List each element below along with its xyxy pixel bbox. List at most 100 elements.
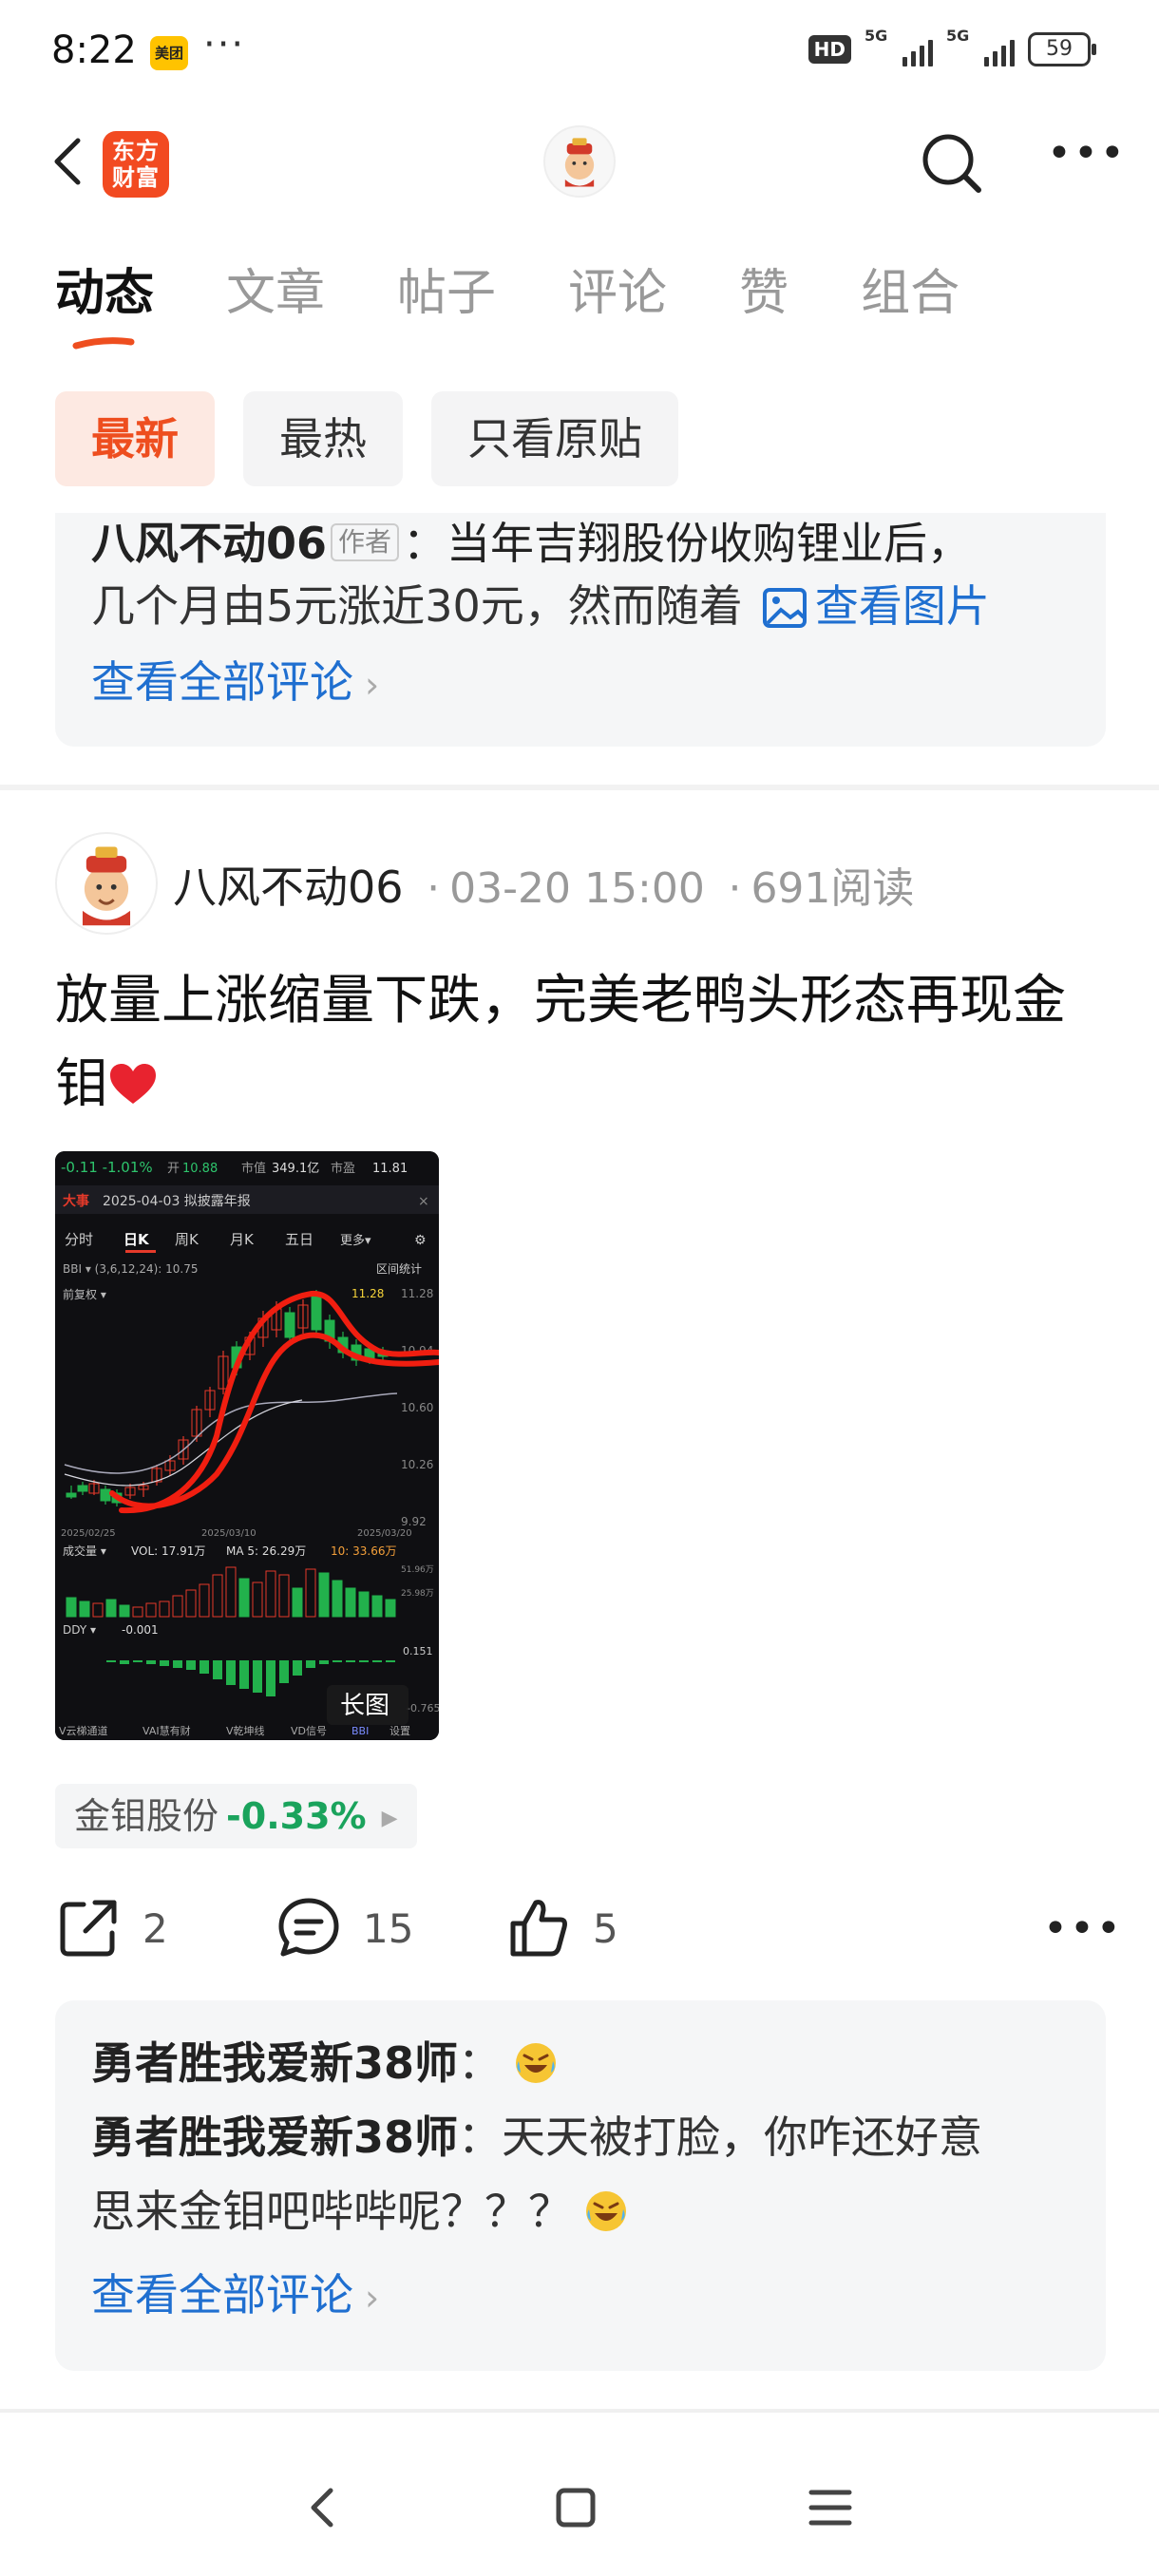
hd-icon: HD: [808, 35, 851, 64]
comment-line: 思来金钼吧哔哔呢？？？: [91, 2177, 629, 2240]
tab-posts[interactable]: 帖子: [397, 262, 496, 338]
post-meta: 八风不动06 · 03-20 15:00 · 691阅读: [173, 853, 914, 916]
chart-mcap-value: 349.1亿: [272, 1162, 319, 1176]
nav-menu-icon[interactable]: [802, 2479, 859, 2536]
ddy-bar: [200, 1660, 209, 1674]
comment-preview-card-2[interactable]: 勇者胜我爱新38师： 勇者胜我爱新38师：天天被打脸，你咋还好意 思来金钼吧哔哔…: [55, 2000, 1106, 2371]
ddy-bar: [346, 1660, 355, 1662]
chart-high-label: 11.28: [352, 1287, 384, 1300]
chart-vol-label: 成交量 ▾: [63, 1544, 106, 1558]
post-title[interactable]: 放量上涨缩量下跌，完美老鸭头形态再现金钼: [55, 959, 1110, 1127]
like-button[interactable]: 5: [505, 1890, 618, 1966]
comment-count: 15: [363, 1904, 414, 1952]
ddy-bar: [386, 1660, 395, 1662]
chart-period-tab: 五日: [285, 1231, 314, 1248]
search-icon[interactable]: [918, 129, 986, 198]
tab-articles[interactable]: 文章: [226, 262, 325, 338]
chart-range-stats: 区间统计: [376, 1262, 422, 1276]
view-all-comments-link[interactable]: 查看全部评论 ›: [91, 648, 379, 710]
candle-body: [77, 1485, 88, 1492]
comment-preview-card[interactable]: 八风不动06 作者 ：当年吉翔股份收购锂业后， 几个月由5元涨近30元，然而随着 查看…: [55, 513, 1106, 747]
nav-home-icon[interactable]: [547, 2479, 604, 2536]
ddy-bar: [319, 1660, 329, 1664]
comment-author[interactable]: 八风不动06: [91, 518, 327, 569]
app-logo[interactable]: 东方财富: [103, 131, 169, 198]
ddy-bar: [279, 1660, 289, 1683]
avatar[interactable]: [543, 125, 616, 198]
volume-bar: [119, 1604, 130, 1618]
tab-likes[interactable]: 赞: [739, 262, 788, 338]
tab-comments[interactable]: 评论: [568, 262, 667, 338]
post-chart-image[interactable]: -0.11 -1.01% 开 10.88 市值 349.1亿 市盈 11.81 …: [55, 1151, 439, 1740]
meituan-notification-icon: 美团: [150, 36, 188, 70]
chart-ddy-tick: -0.765: [407, 1702, 439, 1714]
comment-author[interactable]: 勇者胜我爱新38师: [91, 2037, 458, 2089]
chart-price-tick: 9.92: [401, 1515, 427, 1528]
filter-hottest[interactable]: 最热: [243, 391, 403, 486]
chart-period-tab: 月K: [230, 1231, 255, 1248]
volume-bar: [358, 1591, 370, 1618]
chart-bottom-tab: VAI慧有财: [142, 1724, 191, 1737]
chart-vol-tick: 51.96万: [401, 1565, 434, 1575]
related-stock-chip[interactable]: 金钼股份 -0.33% ▶: [55, 1784, 417, 1848]
ddy-bar: [266, 1660, 276, 1696]
ddy-bar: [306, 1660, 315, 1668]
filter-chips: 最新 最热 只看原贴: [55, 391, 678, 486]
top-nav: 东方财富 •••: [0, 114, 1159, 209]
chart-vol-value: VOL: 17.91万: [131, 1544, 205, 1558]
chart-vol-tick: 25.98万: [401, 1589, 434, 1599]
chart-bottom-tab: 设置: [390, 1725, 410, 1737]
status-time: 8:22: [51, 28, 137, 72]
comment-line: 勇者胜我爱新38师：天天被打脸，你咋还好意: [91, 2103, 982, 2166]
volume-bar: [371, 1595, 383, 1618]
chart-open-value: 10.88: [182, 1162, 218, 1176]
post-actions: 2 15 5 •••: [55, 1890, 1121, 1966]
ddy-bar: [226, 1660, 236, 1685]
share-button[interactable]: 2: [55, 1890, 168, 1966]
tab-portfolio[interactable]: 组合: [861, 262, 960, 338]
chart-date-end: 2025/03/20: [357, 1528, 412, 1539]
comment-icon: [278, 1898, 339, 1957]
chart-price-tick: 10.60: [401, 1401, 433, 1414]
ddy-bar: [293, 1660, 302, 1676]
chart-date-mid: 2025/03/10: [201, 1528, 256, 1539]
comment-author[interactable]: 勇者胜我爱新38师: [91, 2112, 458, 2163]
candle-body: [100, 1488, 111, 1502]
post-more-icon[interactable]: •••: [1043, 1890, 1123, 1966]
post-author-name[interactable]: 八风不动06: [173, 862, 404, 913]
volume-bar: [79, 1601, 90, 1618]
view-all-label: 查看全部评论: [91, 2269, 353, 2320]
long-image-badge: 长图: [340, 1692, 390, 1720]
chart-price-tick: 11.28: [401, 1287, 433, 1300]
stock-name: 金钼股份: [74, 1795, 219, 1837]
nav-back-icon[interactable]: [294, 2479, 352, 2536]
comment-line-2: 几个月由5元涨近30元，然而随着 查看图片: [91, 572, 990, 635]
more-icon[interactable]: •••: [1047, 133, 1125, 188]
ddy-bar: [239, 1660, 249, 1689]
post-author-avatar[interactable]: [55, 832, 158, 935]
comment-line-1: 八风不动06 作者 ：当年吉翔股份收购锂业后，: [91, 513, 971, 572]
svg-text:×: ×: [418, 1194, 429, 1209]
view-image-link[interactable]: 查看图片: [815, 580, 990, 632]
filter-latest[interactable]: 最新: [55, 391, 215, 486]
back-icon[interactable]: [46, 135, 93, 188]
volume-bar: [292, 1587, 303, 1618]
tab-dynamic[interactable]: 动态: [55, 262, 154, 338]
ddy-bar: [186, 1660, 196, 1670]
filter-original-only[interactable]: 只看原贴: [431, 391, 678, 486]
meta-dot: ·: [728, 864, 742, 913]
play-triangle-icon: ▶: [381, 1807, 398, 1830]
chart-pe-value: 11.81: [372, 1162, 408, 1176]
ddy-bar: [120, 1660, 129, 1664]
network-label: 5G: [864, 27, 888, 45]
ddy-bar: [146, 1660, 156, 1664]
heart-emoji-icon: [110, 1064, 156, 1104]
post-reads: 691阅读: [750, 864, 915, 913]
comment-button[interactable]: 15: [276, 1890, 413, 1966]
chart-ddy-label: DDY ▾: [63, 1623, 96, 1637]
chart-change-text: -0.11 -1.01%: [61, 1159, 153, 1176]
battery-icon: 59: [1028, 32, 1096, 66]
stock-chart-screenshot: -0.11 -1.01% 开 10.88 市值 349.1亿 市盈 11.81 …: [55, 1151, 439, 1740]
volume-bar: [345, 1587, 356, 1618]
view-all-comments-link[interactable]: 查看全部评论 ›: [91, 2261, 379, 2323]
